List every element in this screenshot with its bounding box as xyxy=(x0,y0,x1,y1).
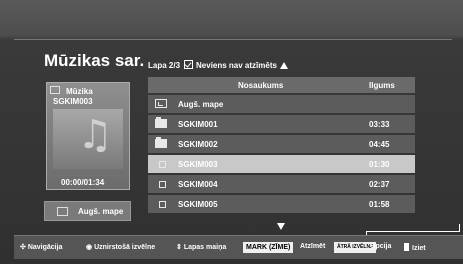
row-name: SGKIM005 xyxy=(178,200,218,209)
table-row[interactable]: SGKIM001 03:33 xyxy=(148,115,415,133)
row-duration: 01:30 xyxy=(369,160,390,169)
music-file-icon xyxy=(159,161,166,168)
table-row[interactable]: SGKIM004 02:37 xyxy=(148,175,415,193)
page-change-label: Lapas maiņa xyxy=(183,244,227,251)
row-duration: 03:33 xyxy=(369,120,390,129)
select-hint: ◉ Uznirstošā izvēlne xyxy=(86,243,155,251)
mark-key-badge: MARK (ZĪME) xyxy=(243,242,294,253)
row-name: Augš. mape xyxy=(178,100,224,109)
exit-label: Iziet xyxy=(412,245,426,252)
folder-icon xyxy=(155,137,167,148)
navigation-hint: ✣ Navigācija xyxy=(20,243,62,251)
dpad-icon: ✣ xyxy=(20,244,26,251)
option-label: Opcija xyxy=(370,243,392,250)
file-list: Nosaukums Ilgums Augš. mape SGKIM001 03:… xyxy=(148,77,415,213)
table-row-selected[interactable]: SGKIM003 01:30 xyxy=(148,155,415,173)
row-name: SGKIM002 xyxy=(178,140,218,149)
page-info: Lapa 2/3 Neviens nav atzīmēts xyxy=(148,60,288,70)
exit-icon xyxy=(404,243,409,251)
album-art: ♫ xyxy=(53,109,123,169)
page-title: Mūzikas sar. xyxy=(44,51,145,70)
table-row[interactable]: SGKIM002 04:45 xyxy=(148,135,415,153)
scroll-up-icon[interactable] xyxy=(279,62,288,69)
folder-icon xyxy=(50,86,60,94)
folder-up-icon xyxy=(57,207,68,216)
select-label: Uznirstošā izvēlne xyxy=(94,244,156,251)
column-duration-header: Ilgums xyxy=(369,81,395,90)
checkbox-icon xyxy=(184,60,194,69)
column-name-header: Nosaukums xyxy=(238,81,284,90)
row-name: SGKIM001 xyxy=(178,120,218,129)
parent-folder-label: Augš. mape xyxy=(78,207,124,216)
row-name: SGKIM004 xyxy=(178,180,218,189)
row-duration: 01:58 xyxy=(369,200,390,209)
music-file-icon xyxy=(159,181,166,188)
enter-icon: ◉ xyxy=(86,244,93,251)
callout-line xyxy=(459,224,460,232)
up-folder-icon xyxy=(155,99,167,108)
music-file-icon xyxy=(159,201,166,208)
navigation-label: Navigācija xyxy=(27,244,63,251)
music-note-icon: ♫ xyxy=(77,112,113,158)
top-divider xyxy=(14,39,452,40)
callout-line xyxy=(366,231,460,232)
preview-category: Mūzika xyxy=(66,87,93,96)
row-name: SGKIM003 xyxy=(178,160,218,169)
preview-header: Mūzika xyxy=(50,86,93,96)
page-updown-icon: ⇕ xyxy=(176,244,182,251)
exit-hint: Iziet xyxy=(404,243,426,252)
mark-label: Atzīmēt xyxy=(300,243,326,250)
table-header: Nosaukums Ilgums xyxy=(148,77,415,93)
page-indicator: Lapa 2/3 xyxy=(148,61,181,70)
row-duration: 04:45 xyxy=(369,140,390,149)
row-duration: 02:37 xyxy=(369,180,390,189)
table-row[interactable]: Augš. mape xyxy=(148,95,415,113)
page-change-hint: ⇕ Lapas maiņa xyxy=(176,243,226,251)
marked-status: Neviens nav atzīmēts xyxy=(196,61,277,70)
table-row[interactable]: SGKIM005 01:58 xyxy=(148,195,415,213)
folder-icon xyxy=(155,117,167,128)
parent-folder-button[interactable]: Augš. mape xyxy=(44,201,131,221)
scroll-down-icon[interactable] xyxy=(277,223,285,230)
footer-help-bar: ✣ Navigācija ◉ Uznirstošā izvēlne ⇕ Lapa… xyxy=(14,235,463,259)
preview-panel: Mūzika SGKIM003 ♫ 00:00/01:34 xyxy=(46,82,130,190)
playback-time: 00:00/01:34 xyxy=(61,178,105,187)
preview-filename: SGKIM003 xyxy=(53,97,93,106)
